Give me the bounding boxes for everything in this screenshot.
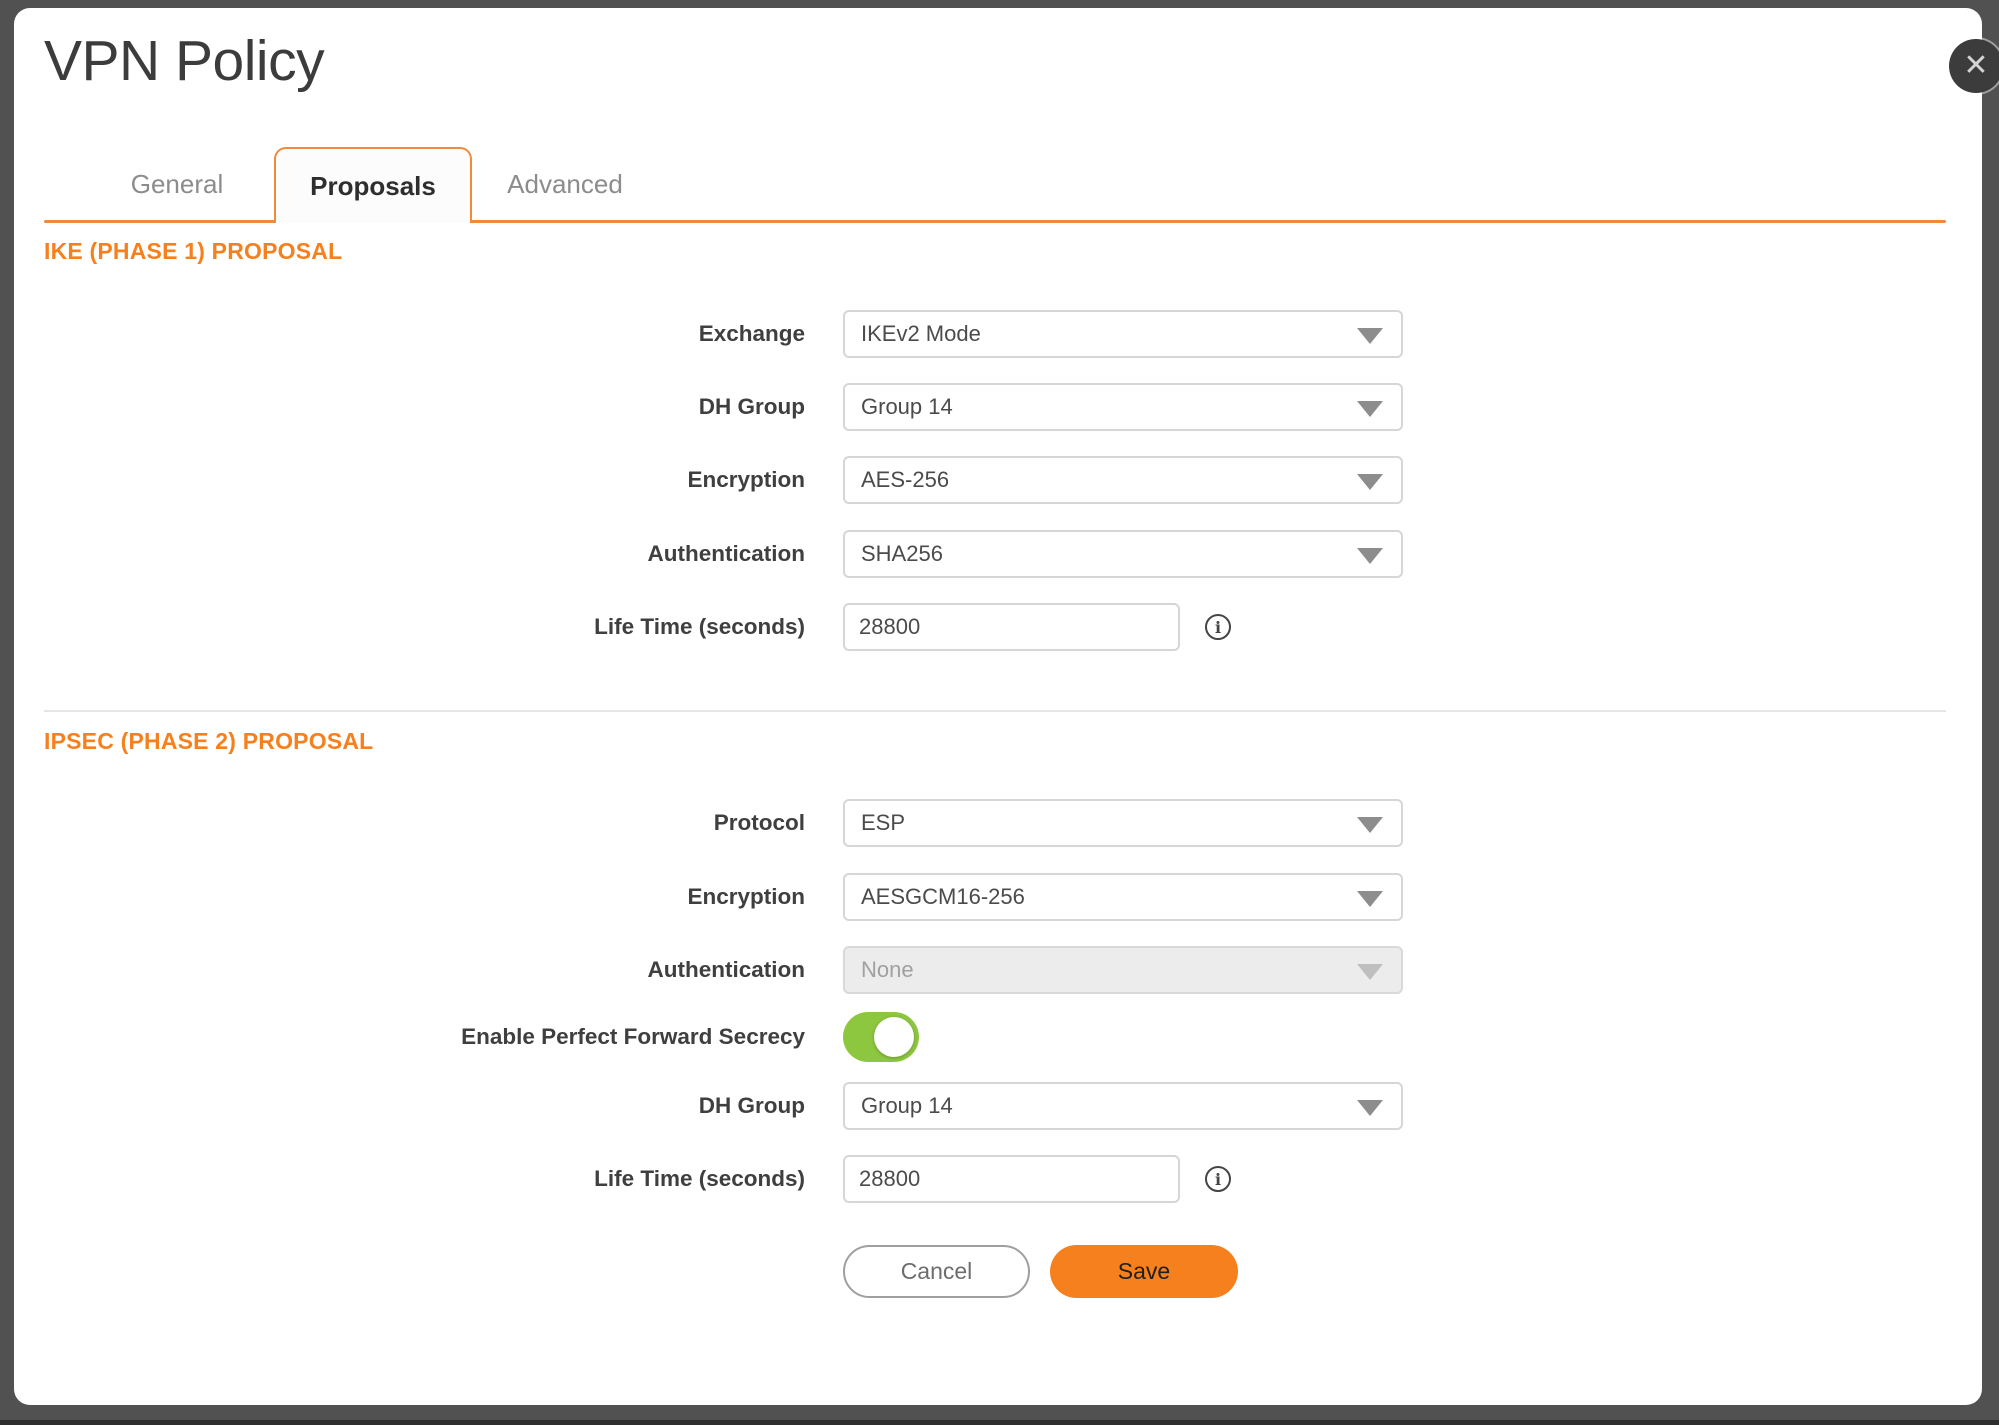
phase1-dhgroup-select[interactable]: Group 14 (843, 383, 1403, 431)
phase1-authentication-select[interactable]: SHA256 (843, 530, 1403, 578)
chevron-down-icon (1357, 1100, 1383, 1116)
phase2-authentication-select-disabled: None (843, 946, 1403, 994)
phase1-dhgroup-row: DH Group Group 14 (44, 383, 1946, 431)
tab-advanced[interactable]: Advanced (468, 145, 662, 223)
screen-background: VPN Policy General Proposals Advanced IK… (0, 0, 1999, 1425)
phase1-lifetime-input[interactable] (843, 603, 1180, 651)
phase1-lifetime-label: Life Time (seconds) (44, 603, 805, 651)
page-title: VPN Policy (44, 28, 324, 94)
phase1-dhgroup-label: DH Group (44, 383, 805, 431)
phase1-authentication-label: Authentication (44, 530, 805, 578)
ipsec-phase2-heading: IPSEC (PHASE 2) PROPOSAL (44, 726, 373, 756)
phase2-encryption-select[interactable]: AESGCM16-256 (843, 873, 1403, 921)
phase2-encryption-row: Encryption AESGCM16-256 (44, 873, 1946, 921)
section-divider (44, 710, 1946, 712)
info-icon[interactable]: i (1205, 614, 1231, 640)
phase1-encryption-row: Encryption AES-256 (44, 456, 1946, 504)
exchange-value: IKEv2 Mode (861, 312, 1345, 356)
exchange-select[interactable]: IKEv2 Mode (843, 310, 1403, 358)
chevron-down-icon (1357, 548, 1383, 564)
chevron-down-icon (1357, 964, 1383, 980)
phase1-lifetime-row: Life Time (seconds) i (44, 603, 1946, 651)
phase2-dhgroup-select[interactable]: Group 14 (843, 1082, 1403, 1130)
chevron-down-icon (1357, 817, 1383, 833)
protocol-row: Protocol ESP (44, 799, 1946, 847)
protocol-select[interactable]: ESP (843, 799, 1403, 847)
phase2-dhgroup-value: Group 14 (861, 1084, 1345, 1128)
info-icon[interactable]: i (1205, 1166, 1231, 1192)
chevron-down-icon (1357, 401, 1383, 417)
phase2-authentication-value: None (861, 948, 1345, 992)
vpn-policy-dialog: VPN Policy General Proposals Advanced IK… (14, 8, 1982, 1405)
phase1-encryption-select[interactable]: AES-256 (843, 456, 1403, 504)
phase1-authentication-value: SHA256 (861, 532, 1345, 576)
chevron-down-icon (1357, 328, 1383, 344)
chevron-down-icon (1357, 474, 1383, 490)
exchange-label: Exchange (44, 310, 805, 358)
dialog-close-button[interactable]: ✕ (1949, 39, 1999, 93)
save-button[interactable]: Save (1050, 1245, 1238, 1298)
phase2-dhgroup-label: DH Group (44, 1082, 805, 1130)
pfs-label: Enable Perfect Forward Secrecy (44, 1012, 805, 1060)
pfs-toggle[interactable] (843, 1012, 919, 1062)
protocol-value: ESP (861, 801, 1345, 845)
phase2-authentication-label: Authentication (44, 946, 805, 994)
tab-bar: General Proposals Advanced (44, 145, 1946, 223)
chevron-down-icon (1357, 891, 1383, 907)
close-icon: ✕ (1963, 51, 1988, 81)
ike-phase1-heading: IKE (PHASE 1) PROPOSAL (44, 236, 342, 266)
pfs-row: Enable Perfect Forward Secrecy (44, 1012, 1946, 1062)
phase2-dhgroup-row: DH Group Group 14 (44, 1082, 1946, 1130)
phase1-dhgroup-value: Group 14 (861, 385, 1345, 429)
phase1-encryption-value: AES-256 (861, 458, 1345, 502)
tab-general[interactable]: General (80, 145, 274, 223)
phase2-encryption-label: Encryption (44, 873, 805, 921)
tab-proposals[interactable]: Proposals (274, 147, 472, 223)
protocol-label: Protocol (44, 799, 805, 847)
cancel-button[interactable]: Cancel (843, 1245, 1030, 1298)
phase1-authentication-row: Authentication SHA256 (44, 530, 1946, 578)
phase2-lifetime-input[interactable] (843, 1155, 1180, 1203)
phase1-encryption-label: Encryption (44, 456, 805, 504)
phase2-lifetime-label: Life Time (seconds) (44, 1155, 805, 1203)
toggle-knob (874, 1017, 914, 1057)
phase2-lifetime-row: Life Time (seconds) i (44, 1155, 1946, 1203)
exchange-row: Exchange IKEv2 Mode (44, 310, 1946, 358)
phase2-encryption-value: AESGCM16-256 (861, 875, 1345, 919)
phase2-authentication-row: Authentication None (44, 946, 1946, 994)
